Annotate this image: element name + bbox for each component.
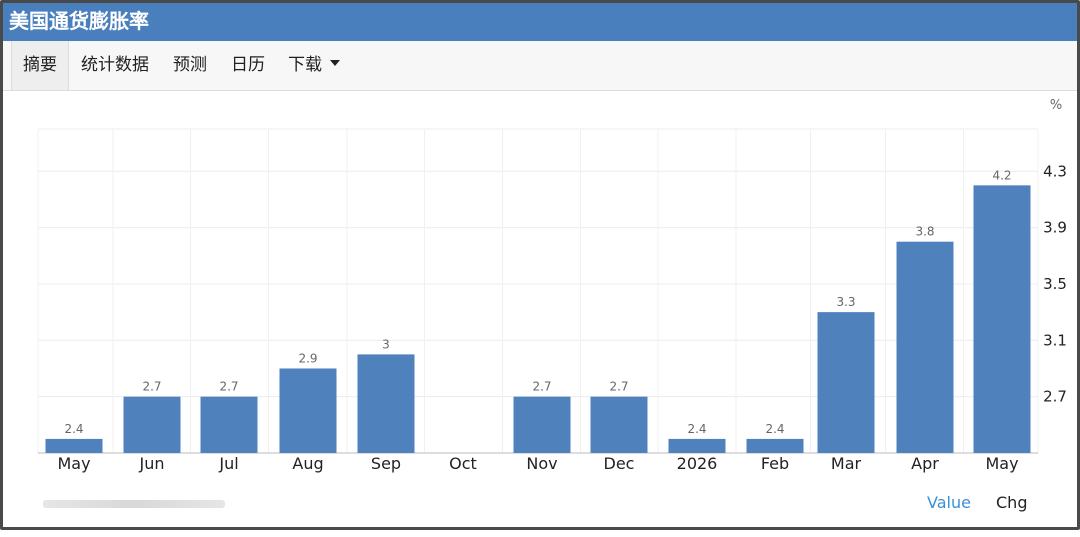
inflation-bar-chart: % 2.4 2.7 2.7 2.9 3 2.7 2.7 2.4 2.4 3.3 3.8 4.2 May… [37,98,1067,473]
bar-0 [45,438,103,453]
x-tick-label-3: Aug [292,454,323,473]
bar-7 [590,396,648,453]
data-label-1: 2.7 [142,380,161,394]
tab-bar: 摘要 统计数据 预测 日历 下载 [3,41,1077,91]
bar-9 [746,438,804,453]
data-label-7: 2.7 [609,380,628,394]
y-tick-label-1: 3.1 [1043,331,1067,349]
x-tick-label-2: Jul [218,454,238,473]
chevron-down-icon [330,60,340,66]
bar-12 [973,185,1031,453]
data-label-10: 3.3 [836,295,855,309]
x-tick-label-12: May [985,454,1018,473]
x-tick-label-6: Nov [526,454,557,473]
x-tick-label-11: Apr [911,454,939,473]
y-tick-label-3: 3.9 [1043,219,1067,237]
y-unit-label: % [1050,98,1062,113]
x-tick-label-9: Feb [761,454,789,473]
data-label-3: 2.9 [298,351,317,365]
y-axis-ticks: 2.7 3.1 3.5 3.9 4.3 [1043,162,1067,405]
bar-2 [200,396,258,453]
bar-8 [668,438,726,453]
y-tick-label-2: 3.5 [1043,275,1067,293]
bar-6 [513,396,571,453]
app-window: 美国通货膨胀率 摘要 统计数据 预测 日历 下载 % 2.4 2.7 2.7 2.9 3… [0,0,1080,530]
data-label-2: 2.7 [219,380,238,394]
tab-download-label: 下载 [288,55,322,75]
tab-calendar[interactable]: 日历 [231,41,265,90]
x-tick-label-7: Dec [604,454,635,473]
x-axis-ticks: May Jun Jul Aug Sep Oct Nov Dec 2026 Feb Mar Apr May [57,454,1018,473]
data-label-11: 3.8 [915,225,934,239]
x-tick-label-1: Jun [139,454,165,473]
data-label-9: 2.4 [765,422,784,436]
chg-toggle-link[interactable]: Chg [996,493,1027,512]
chart-bars [45,185,1031,453]
tab-download[interactable]: 下载 [288,41,340,90]
y-tick-label-4: 4.3 [1043,162,1067,180]
data-label-8: 2.4 [687,422,706,436]
x-tick-label-4: Sep [371,454,401,473]
bar-4 [357,354,415,453]
x-tick-label-10: Mar [831,454,862,473]
bar-11 [896,241,954,453]
page-title: 美国通货膨胀率 [3,3,1077,41]
bar-3 [279,368,337,453]
bar-10 [817,312,875,453]
bar-1 [123,396,181,453]
data-label-6: 2.7 [532,380,551,394]
y-tick-label-0: 2.7 [1043,388,1067,406]
data-label-12: 4.2 [992,168,1011,182]
tab-statistics[interactable]: 统计数据 [81,41,149,90]
x-tick-label-5: Oct [449,454,477,473]
tab-forecast[interactable]: 预测 [173,41,207,90]
tab-summary[interactable]: 摘要 [11,41,69,90]
data-label-4: 3 [382,337,390,351]
value-toggle-link[interactable]: Value [927,493,971,512]
x-tick-label-8: 2026 [677,454,718,473]
source-text-blurred [43,500,225,508]
data-label-0: 2.4 [64,422,83,436]
x-tick-label-0: May [57,454,90,473]
